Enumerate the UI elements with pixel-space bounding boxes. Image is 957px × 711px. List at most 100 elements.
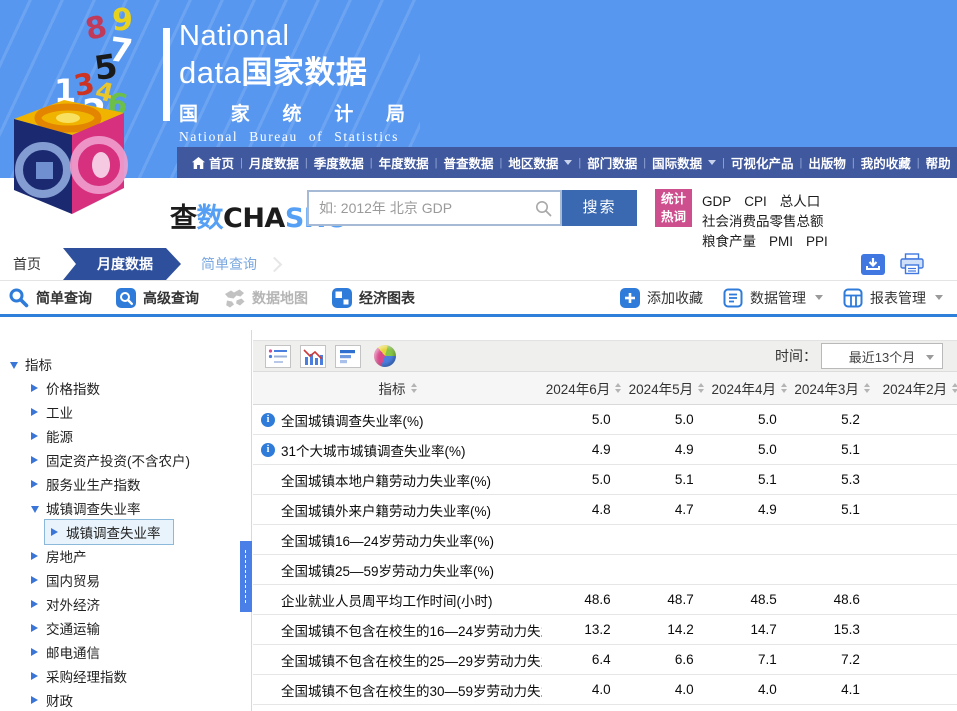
breadcrumb-section[interactable]: 月度数据 bbox=[63, 248, 181, 280]
column-header-date[interactable]: 2024年3月 bbox=[791, 378, 874, 398]
tree-collapsed-icon[interactable] bbox=[31, 696, 38, 704]
hot-word[interactable]: CPI bbox=[744, 192, 767, 212]
tree-item-13[interactable]: 采购经理指数 bbox=[0, 664, 251, 688]
tree-collapsed-icon[interactable] bbox=[31, 576, 38, 584]
nav-item-5[interactable]: 地区数据 bbox=[503, 153, 577, 172]
tab-simple-query[interactable]: 简单查询 bbox=[8, 287, 92, 308]
nav-item-2[interactable]: 季度数据 bbox=[309, 153, 369, 172]
nav-item-11[interactable]: 帮助 bbox=[921, 153, 956, 172]
tree-collapsed-icon[interactable] bbox=[31, 552, 38, 560]
tree-collapsed-icon[interactable] bbox=[31, 456, 38, 464]
column-header-date[interactable]: 2024年6月 bbox=[542, 378, 625, 398]
tree-item-11[interactable]: 交通运输 bbox=[0, 616, 251, 640]
tab-econ-chart[interactable]: 经济图表 bbox=[332, 288, 415, 308]
sidebar-resize-handle[interactable] bbox=[240, 541, 252, 612]
nav-item-0[interactable]: 首页 bbox=[187, 153, 239, 172]
tree-item-label: 采购经理指数 bbox=[46, 666, 127, 686]
value-cell: 7.2 bbox=[791, 652, 874, 667]
indicator-label: 全国城镇不包含在校生的16—24岁劳动力失业率(%) bbox=[281, 624, 542, 639]
data-manage-button[interactable]: 数据管理 bbox=[723, 288, 823, 308]
indicator-name: 全国城镇16—24岁劳动力失业率(%) bbox=[253, 530, 542, 550]
hot-word[interactable]: GDP bbox=[702, 192, 731, 212]
pie-view-button[interactable] bbox=[374, 345, 396, 367]
value-cell: 5.0 bbox=[625, 412, 708, 427]
tab-advanced-query[interactable]: 高级查询 bbox=[116, 288, 199, 308]
tree-item-2[interactable]: 工业 bbox=[0, 400, 251, 424]
tree-collapsed-icon[interactable] bbox=[31, 408, 38, 416]
print-button[interactable] bbox=[899, 253, 925, 275]
nav-item-6[interactable]: 部门数据 bbox=[582, 153, 642, 172]
column-header-date[interactable]: 2024年5月 bbox=[625, 378, 708, 398]
main-nav: 首页|月度数据|季度数据|年度数据|普查数据|地区数据|部门数据|国际数据|可视… bbox=[177, 147, 957, 178]
nav-item-4[interactable]: 普查数据 bbox=[439, 153, 499, 172]
time-filter-label: 时间： bbox=[775, 346, 817, 366]
hot-word[interactable]: 社会消费品零售总额 bbox=[702, 212, 824, 232]
tree-collapsed-icon[interactable] bbox=[31, 648, 38, 656]
value-cell: 4.0 bbox=[625, 682, 708, 697]
breadcrumb-page[interactable]: 简单查询 bbox=[181, 248, 269, 280]
column-header-label: 2024年6月 bbox=[546, 378, 611, 398]
sort-icon[interactable] bbox=[864, 383, 870, 393]
tree-expanded-icon[interactable] bbox=[31, 506, 39, 513]
table-row-0: 全国城镇调查失业率(%)5.05.05.05.2 bbox=[253, 405, 957, 435]
nav-item-8[interactable]: 可视化产品 bbox=[726, 153, 799, 172]
tree-item-14[interactable]: 财政 bbox=[0, 688, 251, 711]
report-manage-button[interactable]: 报表管理 bbox=[843, 288, 943, 308]
tree-item-10[interactable]: 对外经济 bbox=[0, 592, 251, 616]
nav-item-9[interactable]: 出版物 bbox=[803, 153, 851, 172]
nav-item-1[interactable]: 月度数据 bbox=[244, 153, 304, 172]
bar-chart-view-button[interactable] bbox=[300, 345, 326, 368]
download-button[interactable] bbox=[861, 254, 885, 275]
tree-item-5[interactable]: 服务业生产指数 bbox=[0, 472, 251, 496]
info-icon[interactable] bbox=[261, 413, 275, 427]
tree-item-3[interactable]: 能源 bbox=[0, 424, 251, 448]
list-view-button[interactable] bbox=[265, 345, 291, 368]
value-cell: 6.4 bbox=[542, 652, 625, 667]
hot-word[interactable]: 总人口 bbox=[780, 192, 821, 212]
tree-item-9[interactable]: 国内贸易 bbox=[0, 568, 251, 592]
tree-collapsed-icon[interactable] bbox=[31, 384, 38, 392]
tree-item-6[interactable]: 城镇调查失业率 bbox=[0, 496, 251, 520]
add-favorite-button[interactable]: 添加收藏 bbox=[620, 288, 703, 308]
query-toolbar: 简单查询 高级查询 数据地图 经济图表 bbox=[0, 281, 957, 317]
sort-icon[interactable] bbox=[698, 383, 704, 393]
table-header: 指标 2024年6月 2024年5月 2024年4月2024年3月2024年2月 bbox=[253, 372, 957, 405]
column-header-date[interactable]: 2024年4月 bbox=[708, 378, 791, 398]
tree-item-4[interactable]: 固定资产投资(不含农户) bbox=[0, 448, 251, 472]
search-input[interactable] bbox=[319, 200, 535, 216]
column-header-indicator[interactable]: 指标 bbox=[253, 378, 542, 398]
tree-collapsed-icon[interactable] bbox=[31, 672, 38, 680]
nav-item-3[interactable]: 年度数据 bbox=[374, 153, 434, 172]
sort-icon[interactable] bbox=[615, 383, 621, 393]
indicator-name: 全国城镇不包含在校生的30—59岁劳动力失业率(%) bbox=[253, 680, 542, 700]
indicator-label: 全国城镇不包含在校生的30—59岁劳动力失业率(%) bbox=[281, 684, 542, 699]
report-view-button[interactable] bbox=[335, 345, 361, 368]
info-icon[interactable] bbox=[261, 443, 275, 457]
tree-item-label: 交通运输 bbox=[46, 618, 100, 638]
tree-item-0[interactable]: 指标 bbox=[0, 352, 251, 376]
tree-item-1[interactable]: 价格指数 bbox=[0, 376, 251, 400]
tree-item-7[interactable]: 城镇调查失业率 bbox=[0, 520, 251, 544]
bureau-cn: 国家统计局 bbox=[179, 99, 405, 126]
tree-collapsed-icon[interactable] bbox=[51, 528, 58, 536]
sort-icon[interactable] bbox=[952, 383, 957, 393]
search-button[interactable]: 搜索 bbox=[562, 190, 637, 226]
tree-item-8[interactable]: 房地产 bbox=[0, 544, 251, 568]
tree-collapsed-icon[interactable] bbox=[31, 600, 38, 608]
tree-item-12[interactable]: 邮电通信 bbox=[0, 640, 251, 664]
tree-collapsed-icon[interactable] bbox=[31, 432, 38, 440]
time-range-select[interactable]: 最近13个月 bbox=[821, 343, 943, 369]
tree-collapsed-icon[interactable] bbox=[31, 624, 38, 632]
nav-item-10[interactable]: 我的收藏 bbox=[856, 153, 916, 172]
tree-expanded-icon[interactable] bbox=[10, 362, 18, 369]
column-header-date[interactable]: 2024年2月 bbox=[874, 378, 957, 398]
svg-text:8: 8 bbox=[82, 9, 110, 48]
value-cell: 4.0 bbox=[708, 682, 791, 697]
nav-item-7[interactable]: 国际数据 bbox=[647, 153, 721, 172]
sort-icon[interactable] bbox=[411, 383, 417, 393]
tab-data-map[interactable]: 数据地图 bbox=[223, 288, 308, 308]
sort-icon[interactable] bbox=[781, 383, 787, 393]
column-header-label: 2024年5月 bbox=[629, 378, 694, 398]
tree-collapsed-icon[interactable] bbox=[31, 480, 38, 488]
breadcrumb-home[interactable]: 首页 bbox=[0, 248, 55, 280]
